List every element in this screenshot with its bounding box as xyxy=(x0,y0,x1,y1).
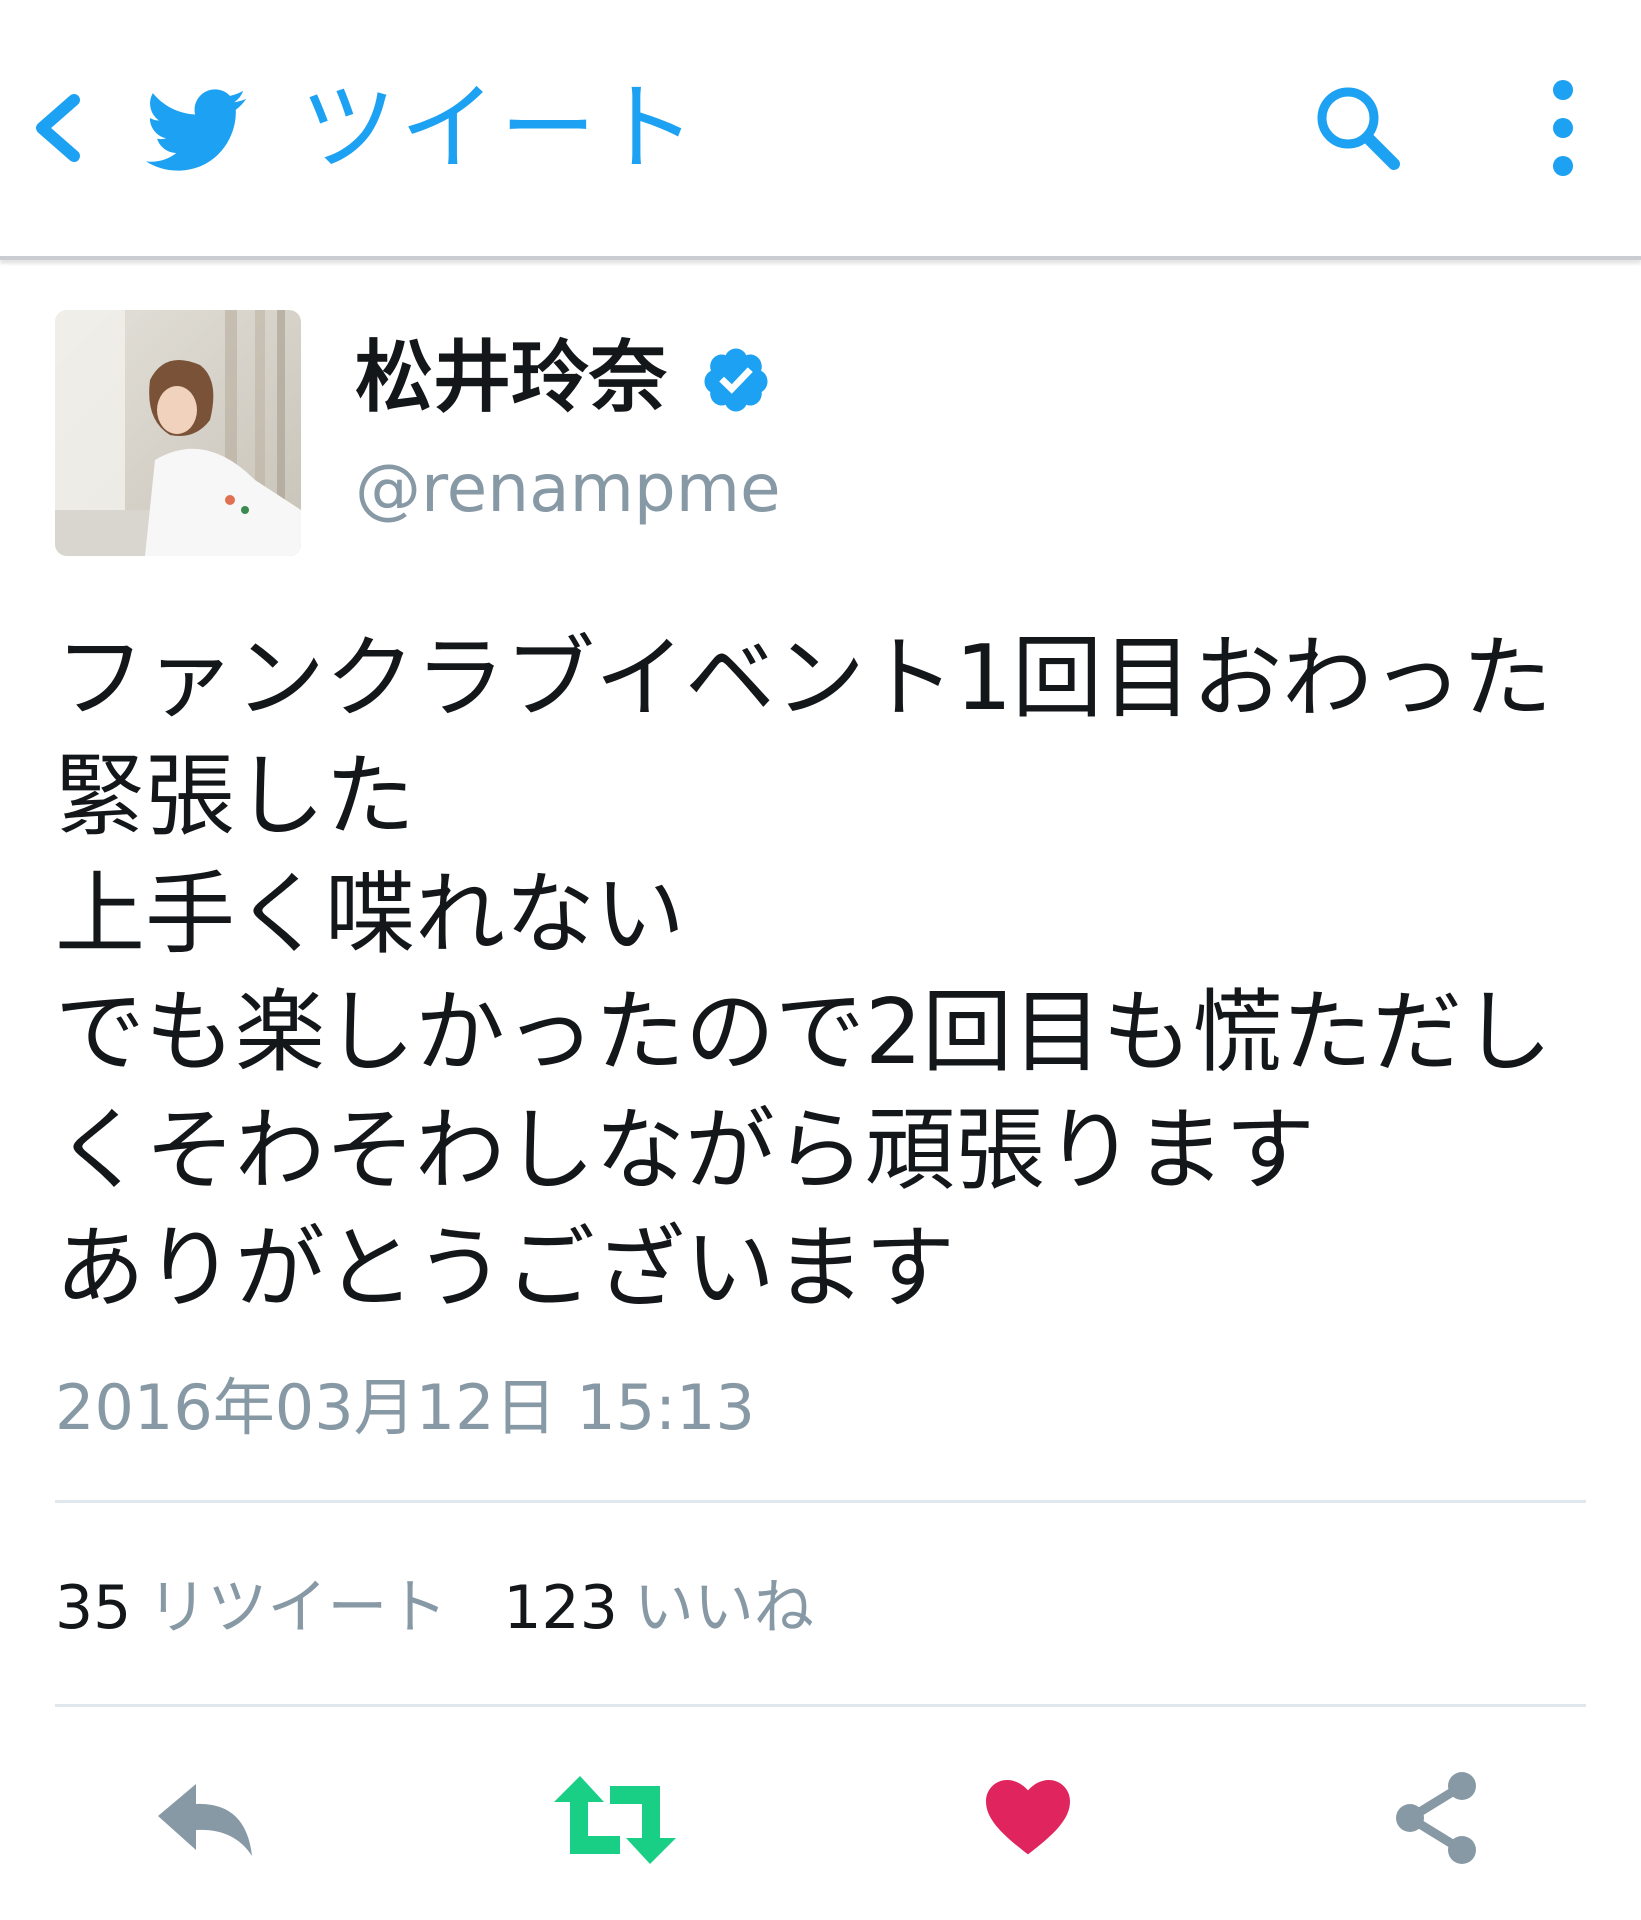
search-icon[interactable] xyxy=(1310,80,1406,176)
tweet-text-line: 緊張した xyxy=(55,744,415,849)
like-count: 123 xyxy=(503,1573,618,1643)
share-icon[interactable] xyxy=(1390,1770,1482,1866)
reply-icon[interactable] xyxy=(150,1776,260,1866)
twitter-bird-icon xyxy=(146,89,247,171)
verified-badge-icon xyxy=(704,348,768,412)
tweet-text: ファンクラブイベント1回目おわった 緊張した 上手く喋れない でも楽しかったので… xyxy=(55,620,1595,1328)
more-vertical-icon[interactable] xyxy=(1540,76,1586,180)
author-handle[interactable]: @renampme xyxy=(355,448,781,530)
retweet-count: 35 xyxy=(55,1573,132,1643)
avatar-photo xyxy=(55,310,301,556)
tweet-text-line: ファンクラブイベント1回目おわった xyxy=(55,626,1553,731)
page-title: ツイート xyxy=(300,72,700,184)
like-label: いいね xyxy=(633,1573,814,1643)
retweet-icon[interactable] xyxy=(550,1770,680,1870)
retweet-label: リツイート xyxy=(147,1573,448,1643)
chevron-left-icon[interactable] xyxy=(28,92,88,164)
divider xyxy=(55,1500,1586,1503)
like-stat[interactable]: 123 いいね xyxy=(503,1573,814,1643)
divider xyxy=(55,1704,1586,1707)
author-display-name[interactable]: 松井玲奈 xyxy=(355,330,667,426)
heart-icon[interactable] xyxy=(980,1768,1076,1864)
avatar[interactable] xyxy=(55,310,301,556)
retweet-stat[interactable]: 35 リツイート xyxy=(55,1573,447,1643)
tweet-text-line: ありがとうございます xyxy=(55,1216,955,1321)
tweet-text-line: 上手く喋れない xyxy=(55,862,685,967)
tweet-text-line: くそわそわしながら頑張ります xyxy=(55,1098,1315,1203)
tweet-text-line: でも楽しかったので2回目も慌ただし xyxy=(55,980,1553,1085)
tweet-stats: 35 リツイート 123 いいね xyxy=(55,1568,814,1648)
tweet-timestamp: 2016年03月12日 15:13 xyxy=(55,1371,755,1444)
top-app-bar: ツイート xyxy=(0,0,1641,260)
